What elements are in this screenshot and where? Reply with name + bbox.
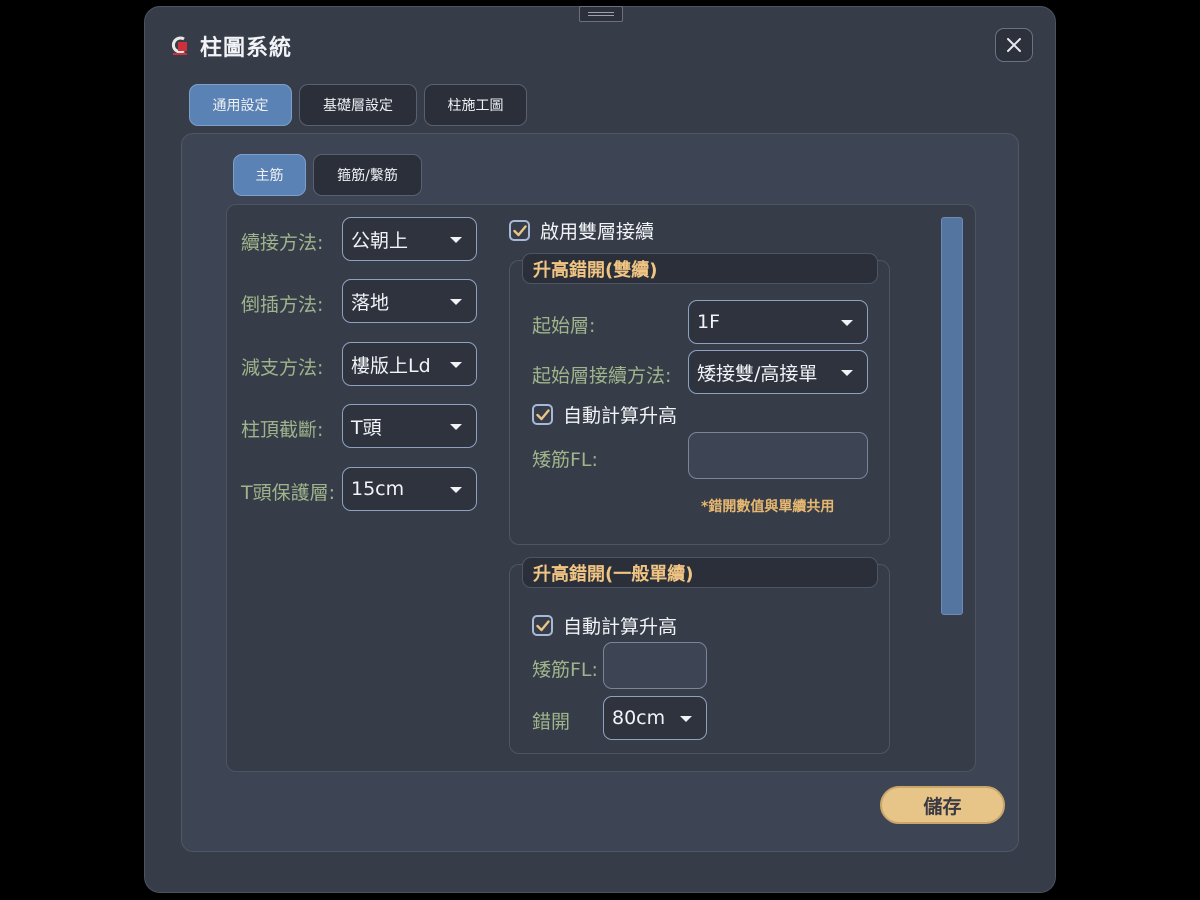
single-splice-group: 升高錯開(一般單續) 自動計算升高 矮筋FL: 錯開 80cm	[509, 557, 890, 754]
insert-method-value: 落地	[351, 291, 390, 314]
checkmark-icon	[535, 408, 550, 420]
offset-value: 80cm	[612, 707, 666, 729]
drag-handle[interactable]	[579, 6, 623, 22]
start-floor-method-label: 起始層接續方法:	[532, 365, 672, 387]
window-title: 柱圖系統	[200, 36, 293, 61]
chevron-down-icon	[450, 424, 462, 430]
save-button[interactable]: 儲存	[880, 786, 1005, 824]
t-cover-value: 15cm	[351, 478, 405, 500]
top-cut-value: T頭	[351, 416, 382, 439]
double-auto-calc-checkbox[interactable]: 自動計算升高	[532, 401, 677, 428]
start-floor-method-value: 矮接雙/高接單	[697, 362, 818, 385]
general-settings-panel: 主筋 箍筋/繫筋 續接方法: 公朝上 倒插方法: 落地 減支方法: 樓版上Ld …	[181, 133, 1019, 852]
double-short-bar-input[interactable]	[688, 432, 868, 479]
close-icon	[1007, 38, 1021, 52]
start-floor-dropdown[interactable]: 1F	[688, 300, 868, 344]
subtab-stirrup[interactable]: 箍筋/繫筋	[313, 154, 422, 196]
double-short-bar-label: 矮筋FL:	[532, 449, 598, 471]
double-splice-title: 升高錯開(雙續)	[522, 253, 878, 284]
chevron-down-icon	[841, 320, 853, 326]
offset-label: 錯開	[532, 711, 571, 733]
single-auto-calc-label: 自動計算升高	[563, 616, 678, 638]
single-short-bar-input[interactable]	[603, 642, 707, 689]
top-cut-dropdown[interactable]: T頭	[342, 404, 477, 448]
chevron-down-icon	[450, 299, 462, 305]
chevron-down-icon	[450, 487, 462, 493]
shared-offset-note: *錯開數值與單續共用	[701, 499, 835, 515]
splice-method-dropdown[interactable]: 公朝上	[342, 217, 477, 261]
insert-method-label: 倒插方法:	[241, 294, 324, 316]
chevron-down-icon	[450, 362, 462, 368]
enable-double-splice-checkbox[interactable]: 啟用雙層接續	[509, 217, 654, 244]
offset-dropdown[interactable]: 80cm	[603, 696, 707, 740]
splice-method-value: 公朝上	[351, 229, 409, 252]
t-cover-dropdown[interactable]: 15cm	[342, 467, 477, 511]
checkmark-icon	[535, 619, 550, 631]
splice-method-label: 續接方法:	[241, 232, 324, 254]
reduce-method-dropdown[interactable]: 樓版上Ld	[342, 342, 477, 386]
start-floor-label: 起始層:	[532, 315, 596, 337]
start-floor-method-dropdown[interactable]: 矮接雙/高接單	[688, 350, 868, 394]
top-cut-label: 柱頂截斷:	[241, 419, 324, 441]
settings-window: 柱圖系統 通用設定 基礎層設定 柱施工圖 主筋 箍筋/繫筋 續接方法: 公朝上 …	[144, 6, 1056, 893]
tab-column-drawing[interactable]: 柱施工圖	[424, 84, 527, 126]
reduce-method-label: 減支方法:	[241, 357, 324, 379]
double-splice-group: 升高錯開(雙續) 起始層: 1F 起始層接續方法: 矮接雙/高接單 自動計算升高…	[509, 253, 890, 545]
scrollbar-thumb[interactable]	[941, 217, 963, 615]
subtab-main-bar[interactable]: 主筋	[233, 154, 306, 196]
single-auto-calc-checkbox[interactable]: 自動計算升高	[532, 612, 677, 639]
chevron-down-icon	[450, 237, 462, 243]
tab-general-settings[interactable]: 通用設定	[189, 84, 292, 126]
chevron-down-icon	[680, 716, 692, 722]
close-button[interactable]	[995, 28, 1033, 62]
tab-foundation-settings[interactable]: 基礎層設定	[299, 84, 417, 126]
chevron-down-icon	[841, 370, 853, 376]
reduce-method-value: 樓版上Ld	[351, 354, 431, 377]
start-floor-value: 1F	[697, 311, 721, 333]
insert-method-dropdown[interactable]: 落地	[342, 279, 477, 323]
main-bar-settings: 續接方法: 公朝上 倒插方法: 落地 減支方法: 樓版上Ld 柱頂截斷: T頭 …	[226, 204, 976, 772]
t-cover-label: T頭保護層:	[241, 482, 336, 504]
single-short-bar-label: 矮筋FL:	[532, 659, 598, 681]
double-auto-calc-label: 自動計算升高	[563, 405, 678, 427]
checkmark-icon	[512, 224, 527, 236]
single-splice-title: 升高錯開(一般單續)	[522, 557, 878, 588]
enable-double-splice-label: 啟用雙層接續	[540, 221, 655, 243]
app-logo-icon	[171, 36, 187, 55]
